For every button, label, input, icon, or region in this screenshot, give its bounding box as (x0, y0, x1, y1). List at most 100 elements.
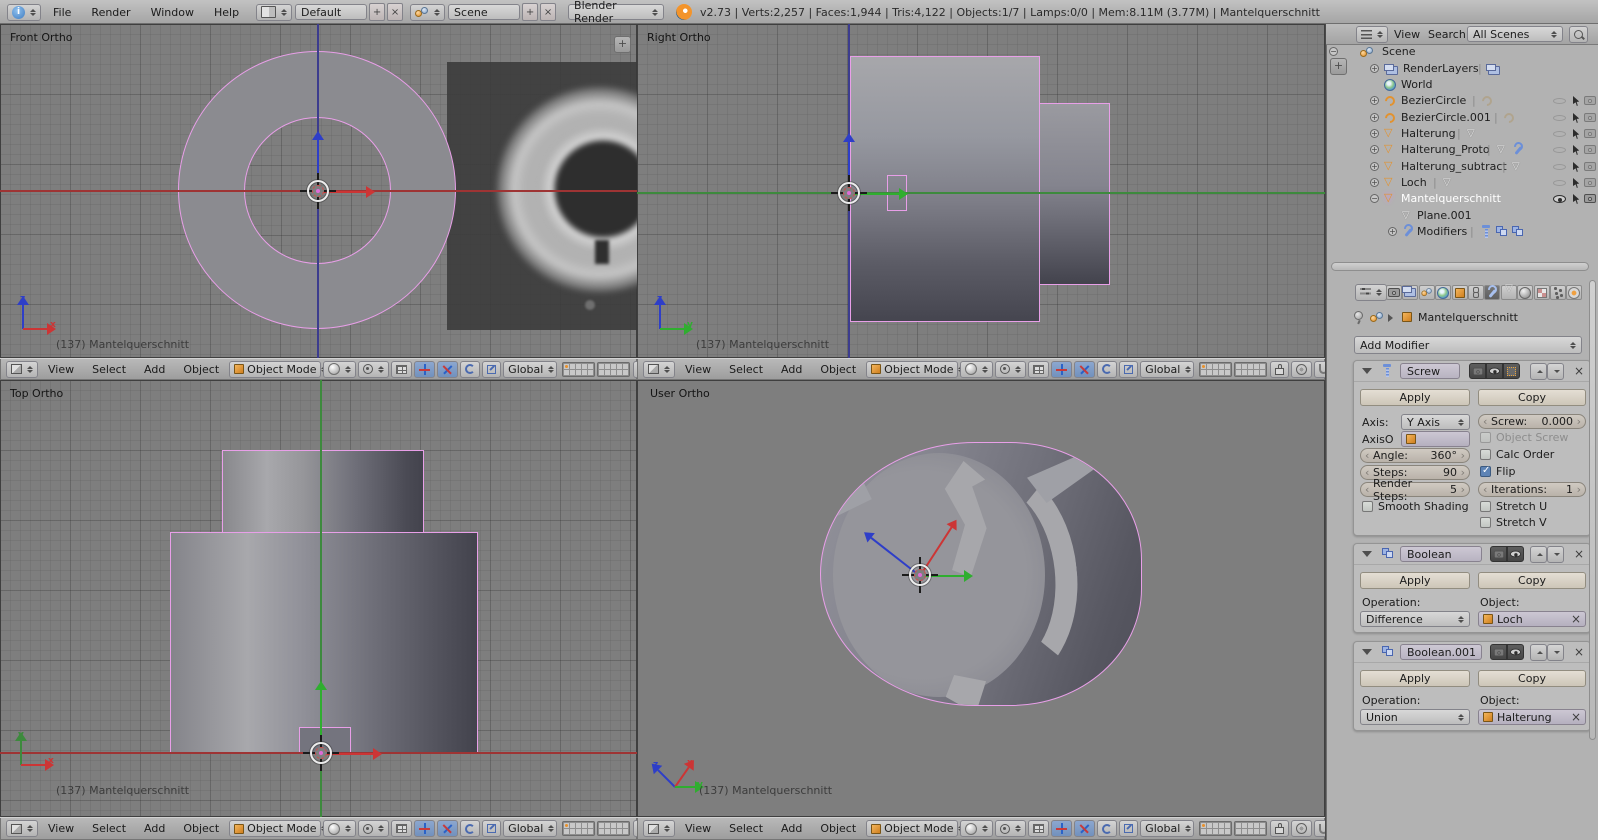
tree-row-halterung-proto[interactable]: + Halterung_Proto | (1326, 142, 1598, 158)
stretch-u-checkbox[interactable] (1480, 501, 1491, 512)
manipulator-translate-button[interactable] (1074, 820, 1095, 837)
menu-render[interactable]: Render (82, 6, 139, 19)
smooth-shading-checkbox[interactable] (1362, 501, 1373, 512)
menu-view[interactable]: View (676, 363, 720, 376)
menu-view[interactable]: View (39, 363, 83, 376)
layers-widget-2[interactable] (597, 362, 630, 377)
tree-row-plane001[interactable]: Plane.001 (1326, 208, 1598, 224)
eye-icon[interactable] (1553, 180, 1566, 186)
menu-add[interactable]: Add (135, 822, 174, 835)
editor-type-button-3dview[interactable] (643, 361, 675, 378)
apply-button[interactable]: Apply (1360, 389, 1470, 406)
pivot-point-selector[interactable] (995, 820, 1026, 837)
iterations-slider[interactable]: Iterations:1 (1478, 482, 1586, 497)
outliner-scrollbar[interactable] (1331, 262, 1589, 271)
tab-render[interactable] (1386, 285, 1402, 300)
manipulator-rotate-button[interactable] (460, 361, 480, 378)
expand-icon[interactable]: + (1388, 227, 1397, 236)
renderable-icon[interactable] (1584, 113, 1596, 122)
mesh-top-body[interactable] (170, 532, 478, 754)
tab-physics[interactable] (1566, 285, 1582, 300)
menu-window[interactable]: Window (142, 6, 203, 19)
eye-icon[interactable] (1553, 195, 1566, 203)
mode-selector[interactable]: Object Mode (866, 820, 958, 837)
layers-widget[interactable] (562, 362, 595, 377)
selectable-icon[interactable] (1573, 194, 1581, 204)
layers-widget-2[interactable] (1234, 821, 1267, 836)
flip-checkbox[interactable] (1480, 466, 1491, 477)
snap-toggle-button[interactable] (1314, 820, 1325, 837)
eye-icon[interactable] (1553, 147, 1566, 153)
menu-view[interactable]: View (39, 822, 83, 835)
move-modifier-up-button[interactable] (1530, 363, 1547, 380)
collapse-icon[interactable]: − (1329, 47, 1338, 56)
tree-row-loch[interactable]: + Loch | (1326, 175, 1598, 191)
viewport-right[interactable]: z y Right Ortho (137) Mantelquerschnitt (637, 24, 1325, 358)
renderable-icon[interactable] (1584, 96, 1596, 105)
viewport-front[interactable]: z x Front Ortho (137) Mantelquerschnitt … (0, 24, 637, 358)
boolean-panel-header[interactable]: Boolean × (1354, 544, 1590, 565)
apply-button[interactable]: Apply (1360, 572, 1470, 589)
copy-button[interactable]: Copy (1478, 572, 1586, 589)
menu-select[interactable]: Select (720, 822, 772, 835)
editor-type-button-3dview[interactable] (643, 820, 675, 837)
snap-element-button[interactable] (391, 361, 412, 378)
menu-select[interactable]: Select (83, 822, 135, 835)
snap-toggle-button[interactable] (1314, 361, 1325, 378)
renderable-icon[interactable] (1584, 162, 1596, 171)
toggle-render-visibility[interactable] (1490, 644, 1507, 660)
clear-object-icon[interactable]: × (1571, 613, 1581, 625)
delete-scene-button[interactable]: × (540, 3, 556, 21)
tree-row-beziercircle[interactable]: + BezierCircle | (1326, 93, 1598, 109)
3d-cursor[interactable] (308, 740, 334, 766)
move-modifier-down-button[interactable] (1547, 363, 1564, 380)
editor-type-button-properties[interactable] (1355, 284, 1387, 301)
viewport-shading-selector[interactable] (323, 361, 356, 378)
menu-search[interactable]: Search (1428, 28, 1466, 41)
editor-type-button-3dview[interactable] (6, 361, 38, 378)
move-modifier-down-button[interactable] (1547, 546, 1564, 563)
tab-world[interactable] (1435, 285, 1451, 300)
proportional-edit-button[interactable] (1291, 820, 1312, 837)
menu-view[interactable]: View (1394, 28, 1420, 41)
3d-cursor[interactable] (907, 562, 933, 588)
region-expand-icon[interactable]: + (614, 36, 631, 53)
toggle-render-visibility[interactable] (1469, 363, 1486, 379)
expand-icon[interactable]: + (1370, 178, 1379, 187)
renderable-icon[interactable] (1584, 178, 1596, 187)
editor-type-button-info[interactable] (7, 4, 41, 21)
manipulator-toggle-button[interactable] (414, 361, 435, 378)
axis-object-field[interactable] (1401, 431, 1470, 447)
snap-element-button[interactable] (391, 820, 412, 837)
selectable-icon[interactable] (1573, 178, 1581, 188)
3d-cursor[interactable] (305, 178, 331, 204)
transform-orientation-selector[interactable]: Global (503, 820, 557, 837)
copy-button[interactable]: Copy (1478, 670, 1586, 687)
angle-slider[interactable]: Angle:360° (1360, 448, 1470, 463)
selectable-icon[interactable] (1573, 129, 1581, 139)
transform-orientation-selector[interactable]: Global (1140, 820, 1194, 837)
add-modifier-dropdown[interactable]: Add Modifier (1354, 336, 1582, 354)
manipulator-scale-button[interactable] (482, 820, 501, 837)
layers-widget[interactable] (1199, 362, 1232, 377)
menu-add[interactable]: Add (135, 363, 174, 376)
clear-object-icon[interactable]: × (1571, 711, 1581, 723)
mode-selector[interactable]: Object Mode (229, 820, 321, 837)
boolean-object-field[interactable]: Loch× (1478, 611, 1586, 627)
selectable-icon[interactable] (1573, 162, 1581, 172)
selectable-icon[interactable] (1573, 96, 1581, 106)
viewport-shading-selector[interactable] (960, 361, 993, 378)
axis-dropdown[interactable]: Y Axis (1401, 414, 1470, 430)
move-modifier-up-button[interactable] (1530, 644, 1547, 661)
proportional-edit-button[interactable] (1291, 361, 1312, 378)
renderable-icon[interactable] (1584, 194, 1596, 203)
manipulator-translate-button[interactable] (437, 361, 458, 378)
expand-icon[interactable]: + (1370, 162, 1379, 171)
layers-widget-2[interactable] (1234, 362, 1267, 377)
lock-to-scene-button[interactable] (1270, 361, 1289, 378)
modifier-name-field[interactable]: Boolean.001 (1400, 644, 1482, 660)
manipulator-scale-button[interactable] (1119, 361, 1138, 378)
selectable-icon[interactable] (1573, 113, 1581, 123)
screw-slider[interactable]: Screw:0.000 (1478, 414, 1586, 429)
tree-row-beziercircle001[interactable]: + BezierCircle.001 | (1326, 110, 1598, 126)
